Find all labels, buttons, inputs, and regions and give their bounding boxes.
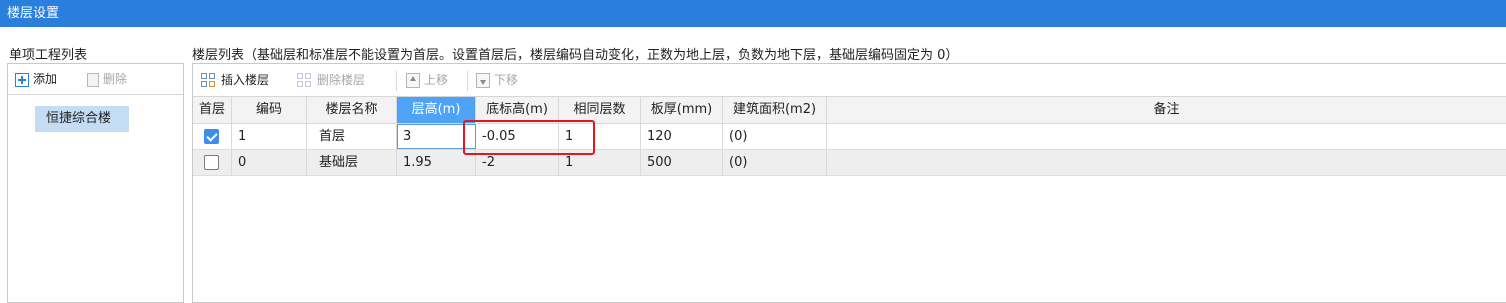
col-header-building-area[interactable]: 建筑面积(m2) — [723, 97, 827, 123]
cell-floor-name[interactable]: 首层 — [307, 124, 397, 149]
col-header-bottom-elevation[interactable]: 底标高(m) — [476, 97, 559, 123]
project-toolbar: 添加 删除 — [8, 64, 183, 95]
arrow-up-icon — [406, 73, 420, 88]
cell-note[interactable] — [827, 124, 1506, 149]
cell-code[interactable]: 0 — [232, 150, 307, 175]
cell-bottom-elevation[interactable]: -2 — [476, 150, 559, 175]
grid-header: 首层 编码 楼层名称 层高(m) 底标高(m) 相同层数 板厚(mm) 建筑面积… — [193, 97, 1506, 124]
insert-floor-icon — [201, 72, 217, 89]
project-list-panel: 添加 删除 恒捷综合楼 — [7, 63, 184, 303]
add-project-button[interactable]: 添加 — [15, 64, 57, 95]
project-item-label: 恒捷综合楼 — [46, 111, 112, 126]
col-header-note[interactable]: 备注 — [827, 97, 1506, 123]
table-row[interactable]: 0 基础层 1.95 -2 1 500 (0) — [193, 150, 1506, 176]
move-down-button[interactable]: 下移 — [476, 64, 518, 97]
col-header-slab-thickness[interactable]: 板厚(mm) — [641, 97, 723, 123]
checkbox-icon[interactable] — [204, 129, 219, 144]
plus-square-icon — [15, 72, 29, 87]
cell-same-count[interactable]: 1 — [559, 124, 641, 149]
col-header-floor-height[interactable]: 层高(m) — [397, 97, 476, 123]
delete-floor-button[interactable]: 删除楼层 — [297, 64, 365, 97]
cell-slab-thickness[interactable]: 500 — [641, 150, 723, 175]
col-header-floor-name[interactable]: 楼层名称 — [307, 97, 397, 123]
insert-floor-label: 插入楼层 — [221, 73, 270, 87]
delete-project-button[interactable]: 删除 — [87, 64, 127, 95]
floor-toolbar: 插入楼层 删除楼层 上移 下移 — [193, 64, 1506, 97]
cell-code[interactable]: 1 — [232, 124, 307, 149]
cell-first-floor[interactable] — [193, 150, 232, 175]
cell-bottom-elevation[interactable]: -0.05 — [476, 124, 559, 149]
insert-floor-button[interactable]: 插入楼层 — [201, 64, 269, 97]
cell-same-count[interactable]: 1 — [559, 150, 641, 175]
project-list-label: 单项工程列表 — [9, 48, 88, 63]
window-titlebar: 楼层设置 — [0, 0, 1506, 27]
move-down-label: 下移 — [494, 73, 519, 87]
cell-floor-name[interactable]: 基础层 — [307, 150, 397, 175]
cell-building-area[interactable]: (0) — [723, 124, 827, 149]
delete-icon — [87, 72, 99, 87]
toolbar-divider — [396, 71, 397, 91]
move-up-label: 上移 — [424, 73, 449, 87]
toolbar-divider — [467, 71, 468, 91]
cell-floor-height[interactable]: 1.95 — [397, 150, 476, 175]
delete-project-label: 删除 — [103, 72, 128, 86]
cell-note[interactable] — [827, 150, 1506, 175]
cell-floor-height[interactable]: 3 — [397, 124, 476, 149]
window-title: 楼层设置 — [7, 6, 60, 21]
col-header-same-count[interactable]: 相同层数 — [559, 97, 641, 123]
cell-first-floor[interactable] — [193, 124, 232, 149]
table-row[interactable]: 1 首层 3 -0.05 1 120 (0) — [193, 124, 1506, 150]
checkbox-icon[interactable] — [204, 155, 219, 170]
project-item-selected[interactable]: 恒捷综合楼 — [35, 106, 129, 132]
cell-building-area[interactable]: (0) — [723, 150, 827, 175]
move-up-button[interactable]: 上移 — [406, 64, 448, 97]
col-header-first-floor[interactable]: 首层 — [193, 97, 232, 123]
delete-floor-label: 删除楼层 — [317, 73, 366, 87]
cell-slab-thickness[interactable]: 120 — [641, 124, 723, 149]
floor-list-panel: 插入楼层 删除楼层 上移 下移 首层 编码 楼层名称 层高(m) 底标高(m) … — [192, 63, 1506, 303]
add-project-label: 添加 — [33, 72, 58, 86]
delete-floor-icon — [297, 72, 313, 89]
floor-list-label: 楼层列表（基础层和标准层不能设置为首层。设置首层后，楼层编码自动变化，正数为地上… — [192, 48, 959, 63]
arrow-down-icon — [476, 73, 490, 88]
col-header-code[interactable]: 编码 — [232, 97, 307, 123]
